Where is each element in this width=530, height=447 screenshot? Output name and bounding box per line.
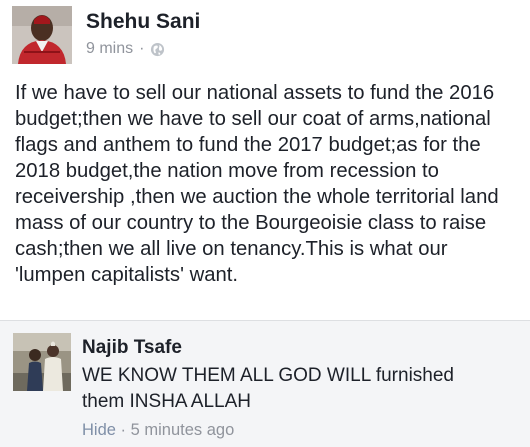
comment-section: Najib Tsafe WE KNOW THEM ALL GOD WILL fu… — [0, 321, 530, 447]
avatar-photo — [13, 333, 71, 391]
post-author-name[interactable]: Shehu Sani — [86, 10, 200, 34]
hide-comment-link[interactable]: Hide — [82, 421, 116, 439]
globe-icon[interactable] — [150, 42, 165, 57]
meta-separator: · — [139, 40, 145, 57]
comment-timestamp[interactable]: 5 minutes ago — [131, 421, 235, 439]
comment-author-avatar[interactable] — [13, 333, 71, 391]
post: Shehu Sani 9 mins · If we have to sell o… — [0, 0, 530, 320]
post-author-avatar[interactable] — [12, 6, 72, 64]
action-separator: · — [120, 421, 127, 439]
post-meta: 9 mins · — [86, 40, 165, 58]
comment-actions: Hide · 5 minutes ago — [82, 421, 234, 440]
post-body-text: If we have to sell our national assets t… — [15, 82, 499, 286]
avatar-photo — [12, 6, 72, 64]
comment-author-name[interactable]: Najib Tsafe — [82, 337, 182, 359]
post-timestamp[interactable]: 9 mins — [86, 40, 133, 58]
comment-text: WE KNOW THEM ALL GOD WILL furnished them… — [82, 365, 455, 412]
